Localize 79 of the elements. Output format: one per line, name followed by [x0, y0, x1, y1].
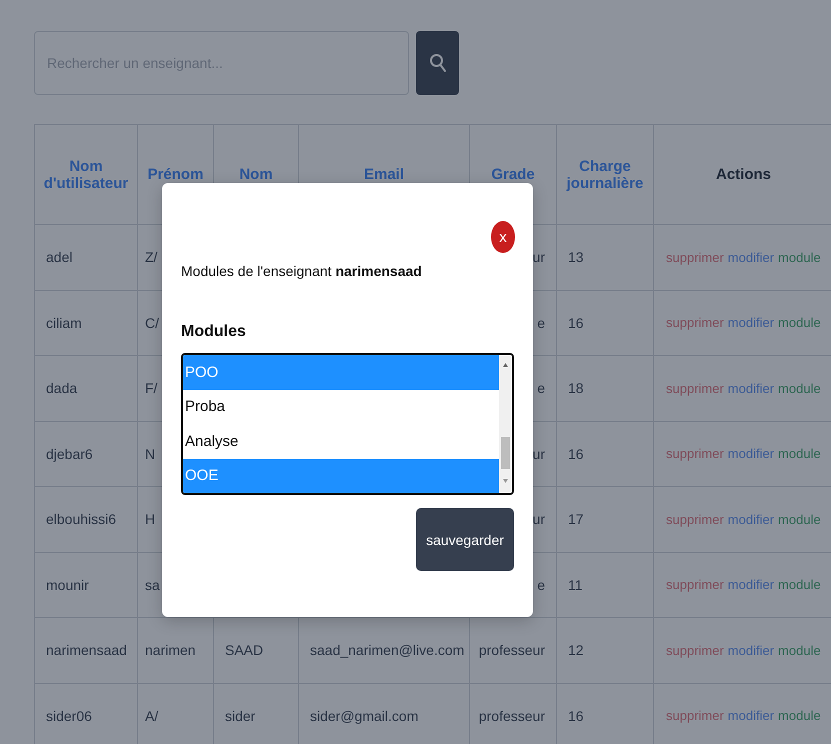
column-header: Nom — [239, 166, 273, 183]
table-cell: mounir — [46, 576, 89, 593]
edit-link[interactable]: modifier — [728, 512, 774, 527]
table-cell: sider — [225, 708, 256, 724]
list-option[interactable]: Analyse — [183, 424, 499, 458]
table-cell: djebar6 — [46, 446, 93, 462]
table-cell: dada — [46, 380, 78, 396]
edit-link[interactable]: modifier — [728, 577, 774, 592]
table-cell: 11 — [568, 576, 583, 593]
table-cell: professeur — [478, 708, 545, 724]
list-option[interactable]: OOE — [183, 458, 499, 493]
table-cell: ur — [532, 446, 545, 462]
table-cell: narimen — [145, 642, 196, 658]
modal-heading: Modules de l'enseignant narimensaad — [181, 263, 423, 279]
edit-link[interactable]: modifier — [728, 380, 774, 396]
table-cell: A/ — [145, 708, 158, 724]
modules-link[interactable]: module — [778, 446, 821, 462]
modules-link[interactable]: module — [778, 250, 821, 265]
table-cell: e — [537, 576, 545, 593]
module-listbox[interactable]: POO Proba Analyse OOE — [181, 353, 514, 495]
table-cell: sider06 — [46, 708, 92, 724]
table-cell: ciliam — [46, 314, 82, 331]
table-cell: SAAD — [225, 642, 264, 658]
column-header: Prénom — [148, 166, 204, 183]
table-cell: professeur — [478, 642, 545, 658]
table-cell: N — [145, 446, 156, 462]
column-header: Nom d'utilisateur — [42, 158, 130, 192]
delete-link[interactable]: supprimer — [666, 446, 724, 462]
column-header: Charge journalière — [565, 158, 644, 192]
table-cell: 12 — [568, 642, 584, 658]
table-cell: Z/ — [145, 249, 158, 266]
save-button[interactable]: sauvegarder — [416, 508, 514, 571]
table-cell: 16 — [568, 314, 584, 331]
column-header: Grade — [491, 166, 535, 183]
edit-link[interactable]: modifier — [728, 446, 774, 462]
modules-link[interactable]: module — [778, 315, 821, 330]
edit-link[interactable]: modifier — [728, 315, 774, 330]
table-cell: e — [537, 380, 545, 396]
table-cell: sider@gmail.com — [310, 708, 418, 724]
search-button[interactable] — [416, 31, 459, 95]
list-option[interactable]: Proba — [183, 390, 499, 424]
delete-link[interactable]: supprimer — [666, 577, 724, 592]
table-cell: H — [145, 511, 156, 528]
delete-link[interactable]: supprimer — [666, 315, 724, 330]
modules-link[interactable]: module — [778, 642, 821, 658]
column-header: Actions — [716, 166, 771, 183]
table-cell: ur — [532, 511, 545, 528]
modules-link[interactable]: module — [778, 577, 821, 592]
table-cell: narimensaad — [46, 642, 127, 658]
close-button[interactable]: x — [491, 221, 515, 253]
delete-link[interactable]: supprimer — [666, 250, 724, 265]
table-cell: e — [537, 314, 545, 331]
table-cell: 16 — [568, 446, 584, 462]
field-label: Modules — [181, 323, 247, 341]
table-cell: F/ — [145, 380, 158, 396]
edit-link[interactable]: modifier — [728, 708, 774, 724]
table-cell: ur — [532, 249, 545, 266]
column-header: Email — [364, 166, 404, 183]
table-cell: 16 — [568, 708, 584, 724]
table-cell: 13 — [568, 249, 584, 266]
modules-link[interactable]: module — [778, 380, 821, 396]
table-cell: 17 — [568, 511, 584, 528]
modules-link[interactable]: module — [778, 708, 821, 724]
delete-link[interactable]: supprimer — [666, 512, 724, 527]
modules-link[interactable]: module — [778, 512, 821, 527]
scrollbar[interactable] — [499, 355, 512, 493]
table-cell: elbouhissi6 — [46, 511, 116, 528]
edit-link[interactable]: modifier — [728, 642, 774, 658]
delete-link[interactable]: supprimer — [666, 708, 724, 724]
table-cell: sa — [145, 576, 160, 593]
edit-link[interactable]: modifier — [728, 250, 774, 265]
table-cell: adel — [46, 249, 72, 266]
delete-link[interactable]: supprimer — [666, 642, 724, 658]
search-icon — [428, 53, 446, 73]
table-cell: 18 — [568, 380, 584, 396]
table-cell: C/ — [145, 314, 159, 331]
table-cell: saad_narimen@live.com — [310, 642, 464, 658]
list-option[interactable]: POO — [183, 355, 499, 390]
delete-link[interactable]: supprimer — [666, 380, 724, 396]
